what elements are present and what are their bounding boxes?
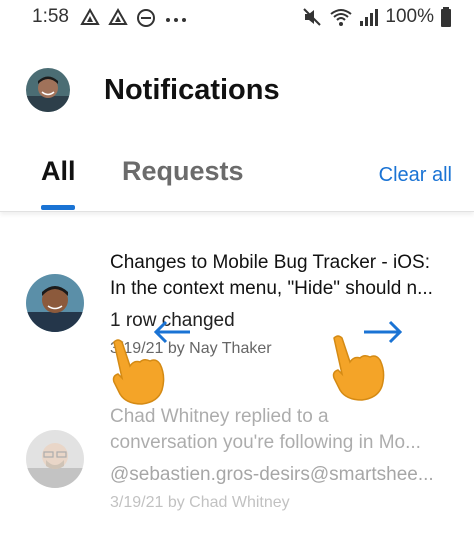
- avatar-image: [26, 430, 84, 488]
- status-left-icons: [80, 8, 188, 28]
- notification-title-line2: In the context menu, "Hide" should n...: [110, 278, 433, 299]
- tab-all[interactable]: All: [41, 156, 76, 187]
- battery-percent: 100%: [385, 6, 434, 27]
- notification-title: Chad Whitney replied to a: [110, 406, 329, 427]
- status-right-icons: 100%: [301, 6, 452, 28]
- avatar-image: [26, 68, 70, 112]
- notification-text: Chad Whitney replied to a conversation y…: [110, 404, 455, 512]
- notification-text: Changes to Mobile Bug Tracker - iOS: In …: [110, 250, 455, 358]
- notification-body: @sebastien.gros-desirs@smartshee...: [110, 464, 434, 485]
- status-bar: 1:58 100%: [0, 0, 474, 36]
- notification-title-line2: conversation you're following in Mo...: [110, 432, 421, 453]
- mute-icon: [303, 8, 322, 26]
- tab-bar: All Requests Clear all: [0, 150, 474, 212]
- tab-requests[interactable]: Requests: [122, 156, 244, 187]
- header: Notifications: [0, 60, 474, 120]
- notification-title: Changes to Mobile Bug Tracker - iOS:: [110, 252, 430, 273]
- notification-item[interactable]: Changes to Mobile Bug Tracker - iOS: In …: [0, 240, 474, 400]
- battery-icon: [441, 7, 451, 27]
- profile-avatar[interactable]: [26, 68, 70, 112]
- page-title: Notifications: [104, 74, 280, 106]
- do-not-disturb-icon: [137, 9, 155, 27]
- notification-avatar: [26, 430, 84, 488]
- drive-icon: [80, 8, 100, 25]
- drive-icon: [108, 8, 128, 25]
- tab-active-indicator: [41, 205, 75, 210]
- notification-avatar: [26, 274, 84, 332]
- notification-meta: 3/19/21 by Chad Whitney: [110, 494, 290, 511]
- wifi-icon: [330, 9, 353, 26]
- status-time: 1:58: [32, 6, 69, 27]
- notification-item[interactable]: Chad Whitney replied to a conversation y…: [0, 400, 474, 539]
- signal-icon: [360, 9, 379, 26]
- notification-body: 1 row changed: [110, 310, 235, 331]
- notification-meta: 3/19/21 by Nay Thaker: [110, 340, 272, 357]
- avatar-image: [26, 274, 84, 332]
- more-dots-icon: [166, 18, 186, 22]
- clear-all-button[interactable]: Clear all: [379, 164, 452, 187]
